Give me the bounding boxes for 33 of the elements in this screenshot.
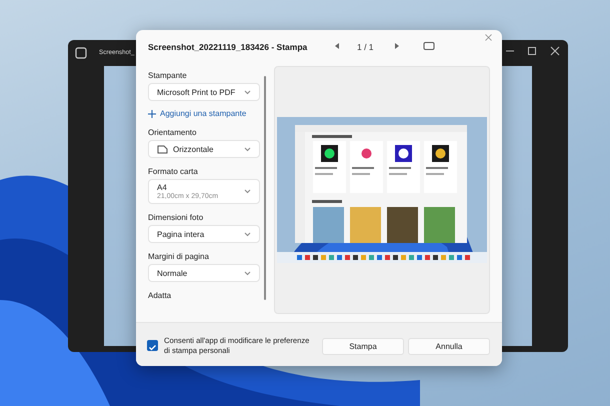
dropdown-value: Normale [157,268,188,278]
dropdown[interactable]: Orizzontale [148,140,260,158]
setting-label: Dimensioni foto [148,213,204,222]
checkbox[interactable] [147,340,158,351]
setting-label: Orientamento [148,128,198,137]
chevron-down-icon [244,90,251,94]
close-icon[interactable] [549,45,561,57]
chevron-down-icon [244,232,251,236]
fit-page-icon[interactable] [423,40,435,52]
chevron-down-icon [244,189,251,194]
dropdown[interactable]: Microsoft Print to PDF [148,83,260,101]
dropdown-value: Orizzontale [173,144,214,154]
plus-icon [148,110,156,118]
dropdown-value: Pagina intera [157,230,206,238]
dropdown[interactable]: Normale [148,264,260,282]
app-icon [74,46,88,60]
dropdown[interactable]: Pagina intera [148,225,260,243]
dialog-title: Screenshot_20221119_183426 - Stampa [148,42,308,52]
chevron-down-icon [244,270,251,276]
chevron-down-icon [244,146,251,152]
dropdown-value: A4 [157,183,168,192]
page-indicator: 1 / 1 [357,42,374,52]
dropdown-value: Microsoft Print to PDF [157,88,236,96]
dialog-button[interactable]: Annulla [408,338,490,355]
setting-label: Adatta [148,291,172,300]
scrollbar[interactable] [264,76,266,300]
setting-label: Stampante [148,71,188,80]
landscape-page-icon [157,144,168,154]
setting-label: Formato carta [148,167,199,176]
setting-label: Margini di pagina [148,252,210,261]
add-printer-link[interactable]: Aggiungi una stampante [148,109,266,118]
dialog-button[interactable]: Stampa [322,338,404,355]
maximize-icon[interactable] [526,45,538,57]
